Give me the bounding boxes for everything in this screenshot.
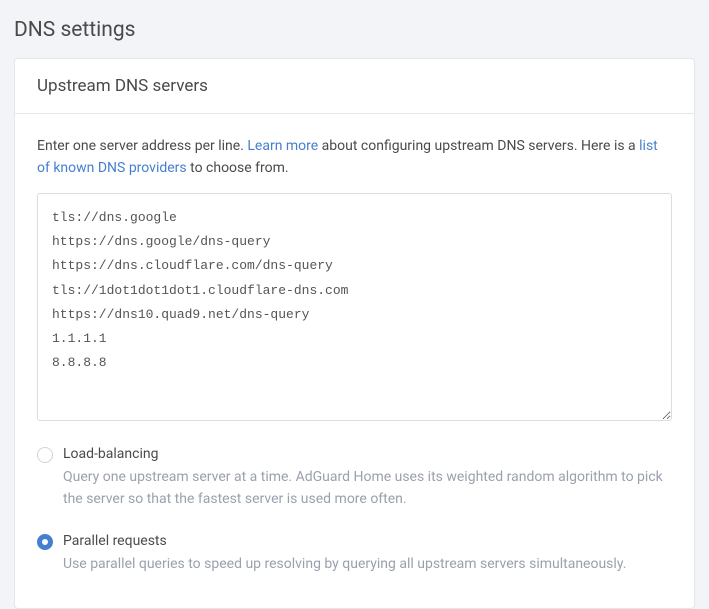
card-body: Enter one server address per line. Learn… bbox=[15, 114, 694, 608]
help-pre: Enter one server address per line. bbox=[37, 138, 247, 154]
upstream-servers-input[interactable] bbox=[37, 193, 672, 421]
radio-label: Parallel requests bbox=[63, 532, 672, 552]
radio-content: Load-balancing Query one upstream server… bbox=[63, 445, 672, 510]
upstream-card: Upstream DNS servers Enter one server ad… bbox=[14, 58, 695, 609]
radio-content: Parallel requests Use parallel queries t… bbox=[63, 532, 672, 575]
mode-radio-group: Load-balancing Query one upstream server… bbox=[37, 445, 672, 575]
learn-more-link[interactable]: Learn more bbox=[247, 138, 318, 154]
radio-desc: Query one upstream server at a time. AdG… bbox=[63, 467, 672, 510]
radio-label: Load-balancing bbox=[63, 445, 672, 465]
radio-parallel-requests[interactable]: Parallel requests Use parallel queries t… bbox=[37, 532, 672, 575]
radio-icon bbox=[37, 534, 53, 550]
page-title: DNS settings bbox=[0, 0, 709, 58]
radio-icon bbox=[37, 447, 53, 463]
help-text: Enter one server address per line. Learn… bbox=[37, 136, 672, 179]
radio-desc: Use parallel queries to speed up resolvi… bbox=[63, 554, 672, 576]
radio-load-balancing[interactable]: Load-balancing Query one upstream server… bbox=[37, 445, 672, 510]
card-title: Upstream DNS servers bbox=[15, 59, 694, 114]
help-mid: about configuring upstream DNS servers. … bbox=[318, 138, 639, 154]
help-post: to choose from. bbox=[187, 160, 289, 176]
